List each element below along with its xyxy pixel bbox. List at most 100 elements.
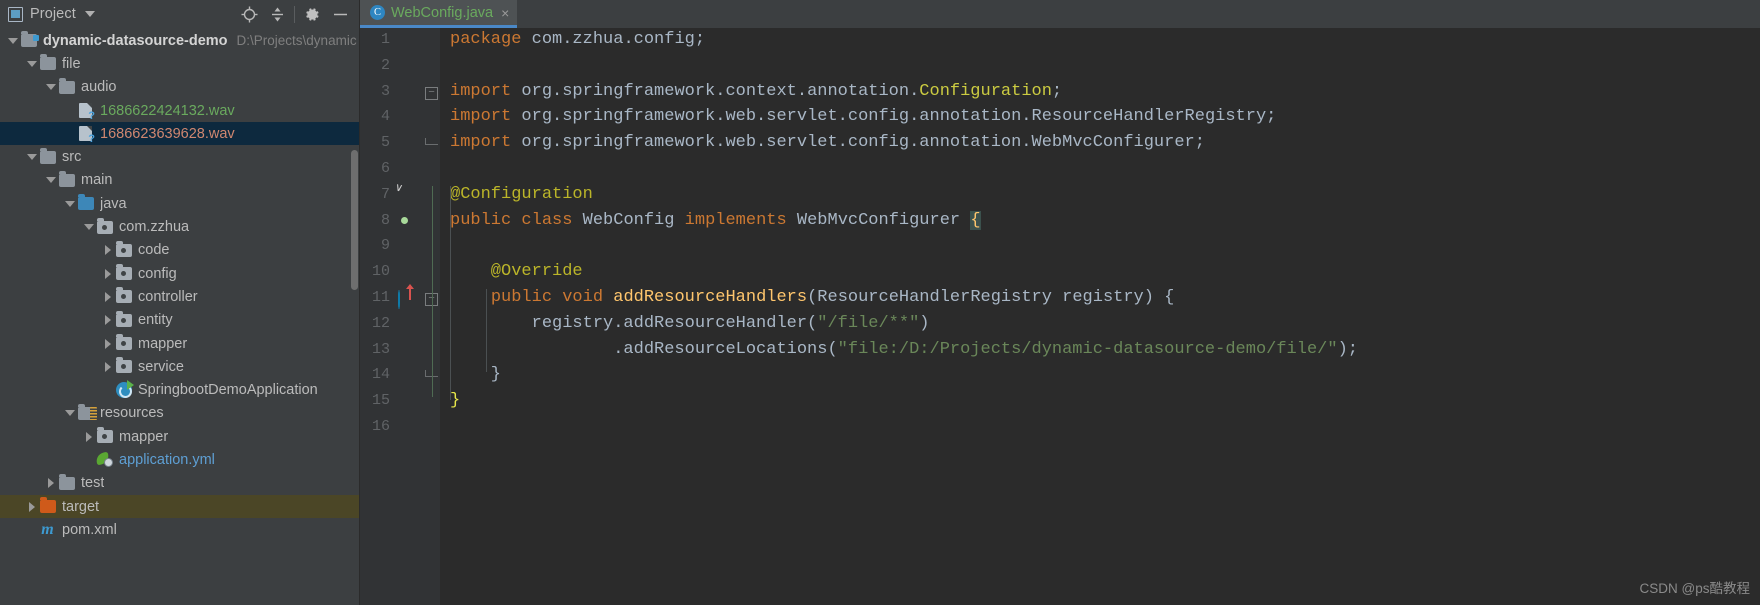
gear-icon-svg [305, 7, 319, 21]
code-line-4[interactable]: import org.springframework.web.servlet.c… [450, 108, 1276, 126]
fold-marker-imports-end[interactable] [425, 138, 438, 146]
code-line-12[interactable]: registry.addResourceHandler("/file/**") [450, 314, 930, 333]
tree-row-code[interactable]: code [0, 239, 360, 262]
twisty-collapsed-icon[interactable] [82, 425, 95, 448]
line-number: 6 [380, 160, 390, 177]
twisty-expanded-icon[interactable] [44, 76, 57, 99]
twisty-placeholder [82, 448, 95, 471]
tree-row-application-yml[interactable]: application.yml [0, 448, 360, 471]
twisty-expanded-icon[interactable] [63, 402, 76, 425]
editor-tab-bar: C WebConfig.java × [360, 0, 1760, 28]
code-token: import [450, 81, 522, 101]
spring-bean-class-gutter-icon[interactable] [398, 214, 416, 232]
tree-row-file[interactable]: file [0, 52, 360, 75]
tree-row-target[interactable]: target [0, 494, 360, 519]
tree-row-java[interactable]: java [0, 192, 360, 215]
twisty-collapsed-icon[interactable] [101, 262, 114, 285]
twisty-collapsed-icon[interactable] [101, 355, 114, 378]
code-token: org.springframework.context.annotation. [521, 81, 920, 101]
collapse-all-icon[interactable] [263, 1, 291, 27]
watermark: CSDN @ps酷教程 [1639, 581, 1750, 596]
editor-tab-label: WebConfig.java [391, 4, 494, 21]
unknown-file-icon [76, 103, 95, 122]
folder-icon [38, 147, 57, 165]
editor-gutter[interactable]: −− 12345678910111213141516∨ [360, 28, 440, 605]
code-token: WebConfig [582, 210, 685, 230]
editor-body: −− 12345678910111213141516∨ package com.… [360, 28, 1760, 605]
code-token: public [450, 210, 522, 230]
tree-row-test[interactable]: test [0, 472, 360, 495]
code-line-3[interactable]: import org.springframework.context.annot… [450, 81, 1062, 101]
line-number: 14 [371, 366, 390, 384]
code-token: com.zzhua.config; [531, 30, 706, 49]
tree-row-label: dynamic-datasource-demo [43, 32, 228, 49]
settings-gear-icon[interactable] [298, 1, 326, 27]
chevron-down-icon[interactable] [84, 11, 95, 17]
code-line-11[interactable]: public void addResourceHandlers(Resource… [450, 289, 1175, 307]
tree-row-mapper[interactable]: mapper [0, 425, 360, 448]
code-line-8[interactable]: public class WebConfig implements WebMvc… [450, 210, 981, 230]
tree-row-1686623639628-wav[interactable]: 1686623639628.wav [0, 122, 360, 146]
spring-bean-gutter-icon[interactable]: ∨ [394, 181, 416, 206]
tree-row-pom-xml[interactable]: m pom.xml [0, 518, 360, 541]
twisty-expanded-icon[interactable] [25, 146, 38, 169]
twisty-collapsed-icon[interactable] [25, 495, 38, 518]
code-line-7[interactable]: @Configuration [450, 185, 593, 204]
package-icon [95, 217, 114, 235]
package-icon [114, 334, 133, 352]
code-line-1[interactable]: package com.zzhua.config; [450, 31, 705, 49]
twisty-collapsed-icon[interactable] [101, 285, 114, 308]
tree-row-service[interactable]: service [0, 355, 360, 378]
twisty-expanded-icon[interactable] [6, 29, 19, 52]
twisty-collapsed-icon[interactable] [101, 309, 114, 332]
source-root-icon [76, 194, 95, 212]
tree-row-dynamic-datasource-demo[interactable]: dynamic-datasource-demo D:\Projects\dynam… [0, 29, 360, 52]
tree-row-src[interactable]: src [0, 145, 360, 168]
twisty-collapsed-icon[interactable] [101, 239, 114, 262]
tree-row-label: test [81, 475, 105, 492]
implementing-method-gutter-icon[interactable] [398, 284, 416, 309]
code-line-14[interactable]: } [450, 366, 501, 384]
code-token: org.springframework.web.servlet.config.a… [521, 107, 1032, 127]
close-icon[interactable]: × [501, 5, 509, 21]
code-token: class [521, 210, 583, 230]
tree-row-1686622424132-wav[interactable]: 1686622424132.wav [0, 99, 360, 122]
folder-icon [57, 170, 76, 188]
spring-boot-icon [114, 380, 134, 399]
twisty-collapsed-icon[interactable] [44, 472, 57, 495]
project-tree[interactable]: dynamic-datasource-demo D:\Projects\dynam… [0, 28, 360, 605]
twisty-expanded-icon[interactable] [25, 52, 38, 75]
tree-row-main[interactable]: main [0, 169, 360, 192]
fold-marker-imports[interactable]: − [425, 86, 438, 100]
tree-row-com-zzhua[interactable]: com.zzhua [0, 215, 360, 238]
tree-row-springbootdemoapplication[interactable]: SpringbootDemoApplication [0, 378, 360, 401]
code-line-15[interactable]: } [450, 392, 460, 410]
twisty-collapsed-icon[interactable] [101, 332, 114, 355]
tree-row-config[interactable]: config [0, 262, 360, 285]
minimize-icon-svg [333, 13, 347, 15]
tree-row-entity[interactable]: entity [0, 309, 360, 332]
tree-row-resources[interactable]: resources [0, 402, 360, 425]
locate-icon[interactable] [235, 1, 263, 27]
hide-panel-icon[interactable] [326, 1, 354, 27]
code-line-10[interactable]: @Override [450, 263, 583, 281]
twisty-expanded-icon[interactable] [82, 216, 95, 239]
code-line-13[interactable]: .addResourceLocations("file:/D:/Projects… [450, 340, 1358, 359]
code-line-5[interactable]: import org.springframework.web.servlet.c… [450, 134, 1205, 152]
tree-row-label: mapper [138, 335, 188, 352]
line-number: 8 [380, 211, 390, 229]
line-number: 11 [371, 289, 390, 306]
excluded-folder-icon [38, 497, 57, 515]
line-number: 2 [380, 56, 390, 74]
tree-row-label: entity [138, 312, 173, 329]
editor-tab-webconfig[interactable]: C WebConfig.java × [360, 0, 518, 28]
code-token: package [450, 30, 532, 49]
twisty-expanded-icon[interactable] [63, 192, 76, 215]
tree-row-controller[interactable]: controller [0, 285, 360, 308]
tree-row-mapper[interactable]: mapper [0, 332, 360, 355]
twisty-expanded-icon[interactable] [44, 169, 57, 192]
tree-row-label: target [62, 498, 100, 515]
package-icon [114, 310, 133, 328]
code-view[interactable]: package com.zzhua.config; import org.spri… [440, 28, 1760, 605]
tree-row-audio[interactable]: audio [0, 76, 360, 99]
